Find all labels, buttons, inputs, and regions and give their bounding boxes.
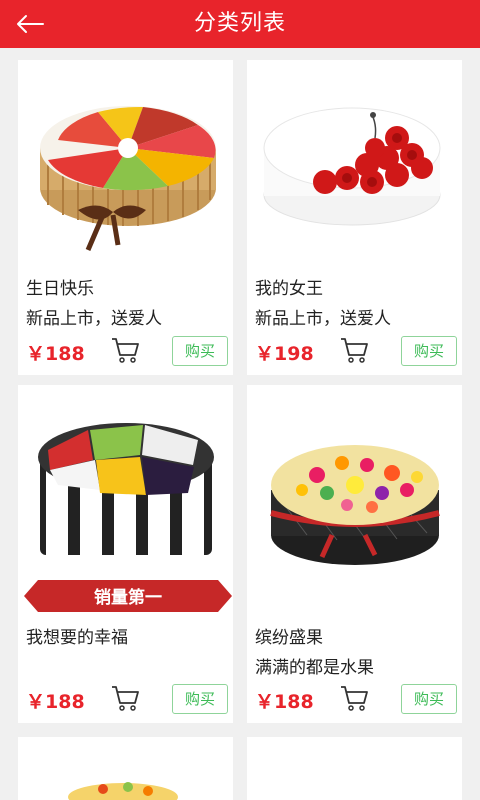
app-header: 分类列表: [0, 0, 480, 48]
buy-button[interactable]: 购买: [172, 336, 228, 366]
product-card[interactable]: 销量第一 我想要的幸福 ￥188 购买: [18, 385, 233, 723]
product-desc: 满满的都是水果: [255, 658, 374, 678]
product-price: ￥188: [255, 691, 314, 713]
add-to-cart-button[interactable]: [339, 684, 369, 712]
product-card[interactable]: 我的女王 新品上市，送爱人 ￥198 购买: [247, 60, 462, 375]
buy-button[interactable]: 购买: [172, 684, 228, 714]
product-card-partial[interactable]: [18, 737, 233, 800]
product-name: 生日快乐: [26, 279, 94, 299]
product-image-assorted-cake: 销量第一: [18, 385, 233, 625]
product-price: ￥198: [255, 343, 314, 365]
buy-button[interactable]: 购买: [401, 684, 457, 714]
product-desc: 新品上市，送爱人: [26, 309, 162, 329]
page-title: 分类列表: [193, 11, 286, 36]
product-price: ￥188: [26, 691, 85, 713]
product-name: 缤纷盛果: [255, 628, 323, 648]
add-to-cart-button[interactable]: [110, 336, 140, 364]
buy-button[interactable]: 购买: [401, 336, 457, 366]
product-image-rose-cake: [247, 60, 462, 275]
shopping-cart-icon: [341, 338, 368, 363]
sales-rank-banner: 销量第一: [94, 587, 162, 608]
add-to-cart-button[interactable]: [110, 684, 140, 712]
product-image-fruit-medley-cake: [247, 385, 462, 625]
product-image-fruit-cake: [18, 60, 233, 275]
product-name: 我的女王: [255, 279, 323, 299]
product-price: ￥188: [26, 343, 85, 365]
shopping-cart-icon: [112, 686, 139, 711]
add-to-cart-button[interactable]: [339, 336, 369, 364]
product-name: 我想要的幸福: [26, 628, 128, 648]
product-desc: 新品上市，送爱人: [255, 309, 391, 329]
product-card[interactable]: 生日快乐 新品上市，送爱人 ￥188 购买: [18, 60, 233, 375]
product-grid: 生日快乐 新品上市，送爱人 ￥188 购买 我的女王 新品上市，送爱人 ￥198…: [0, 48, 480, 800]
shopping-cart-icon: [341, 686, 368, 711]
product-image: [18, 737, 233, 800]
shopping-cart-icon: [112, 338, 139, 363]
product-card-partial[interactable]: [247, 737, 462, 800]
product-card[interactable]: 缤纷盛果 满满的都是水果 ￥188 购买: [247, 385, 462, 723]
